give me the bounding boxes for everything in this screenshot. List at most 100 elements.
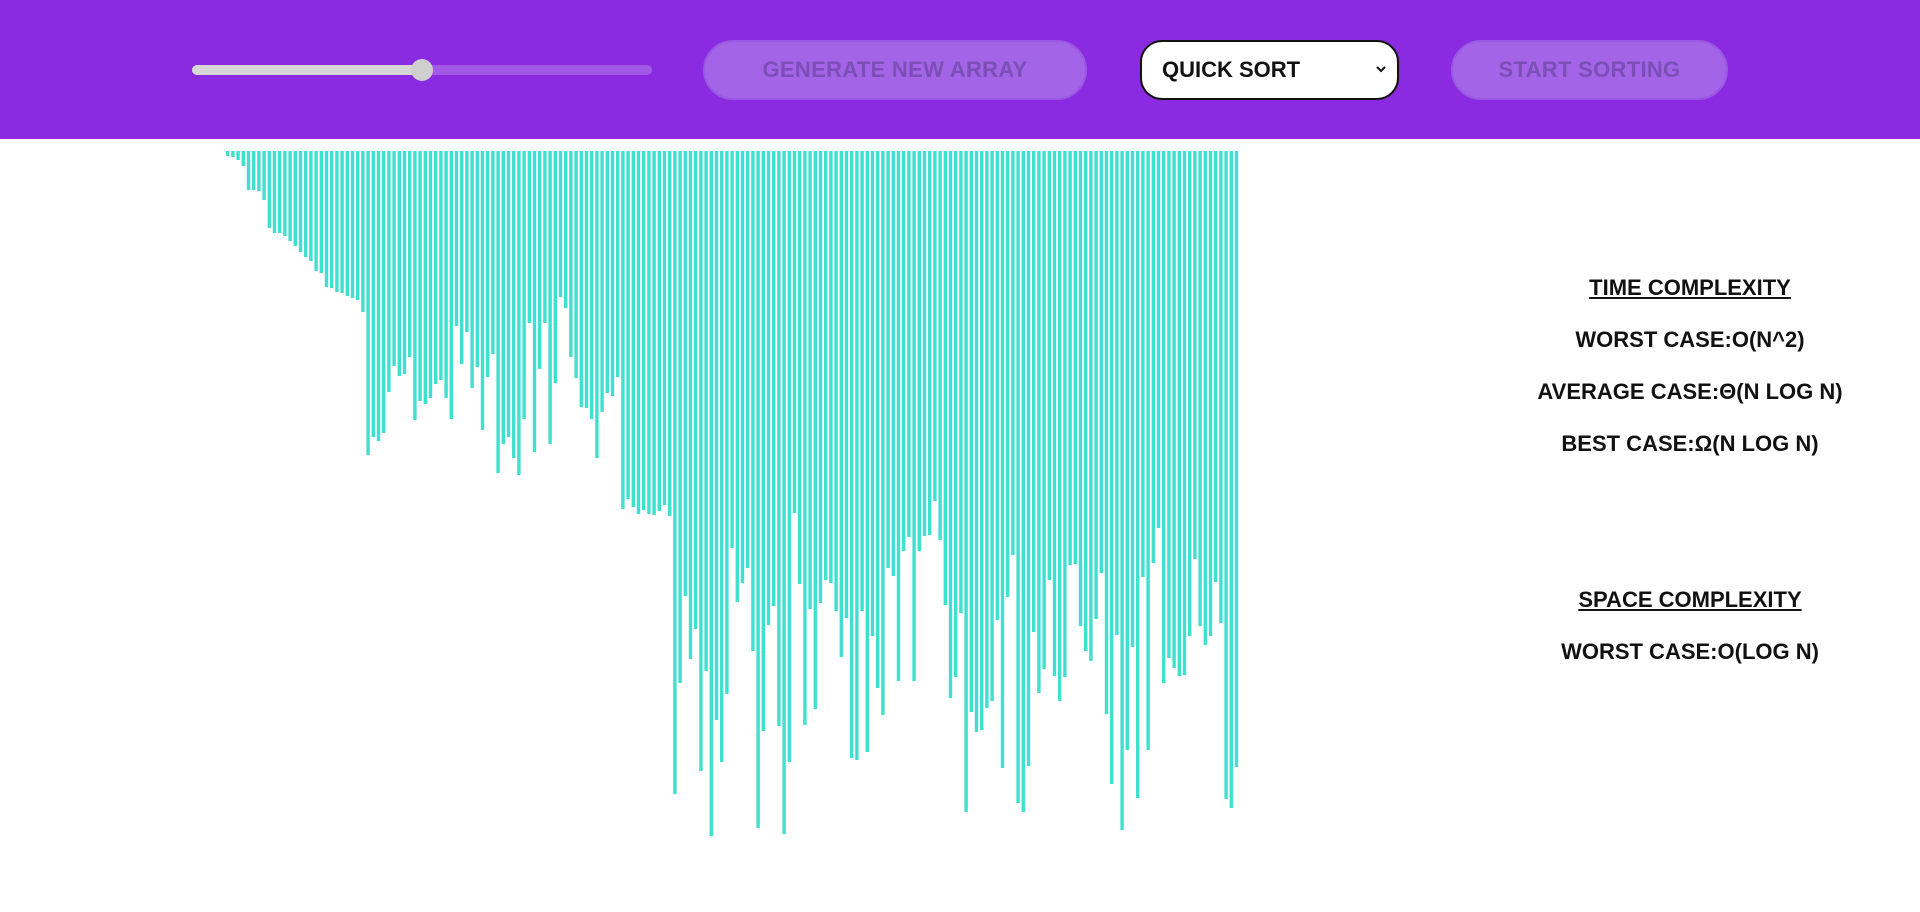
array-bar xyxy=(434,151,438,384)
array-bar xyxy=(1136,151,1140,798)
start-sorting-button[interactable]: START SORTING xyxy=(1451,40,1728,100)
array-bar xyxy=(964,151,968,812)
array-bar xyxy=(444,151,448,398)
array-bar xyxy=(1000,151,1005,768)
array-bar xyxy=(631,151,635,507)
array-bar xyxy=(938,151,942,540)
array-bar xyxy=(1151,151,1155,563)
array-bar xyxy=(512,151,516,458)
array-bar xyxy=(1141,151,1145,577)
array-bar xyxy=(501,151,505,444)
array-bar xyxy=(371,151,375,437)
algorithm-select-value: QUICK SORT xyxy=(1162,57,1301,82)
array-bar xyxy=(647,151,651,514)
array-bar xyxy=(522,151,526,419)
array-bar xyxy=(278,151,282,233)
array-bar xyxy=(283,151,287,236)
array-bar xyxy=(590,151,594,419)
array-size-slider[interactable] xyxy=(192,59,652,81)
array-bar xyxy=(1172,151,1176,668)
array-bar xyxy=(886,151,890,568)
array-bars-area xyxy=(0,139,1300,899)
array-bar xyxy=(397,151,401,376)
array-bar xyxy=(1063,151,1067,677)
array-bar xyxy=(1208,151,1213,636)
array-bar xyxy=(1094,151,1098,619)
array-bar xyxy=(376,151,381,441)
chevron-down-icon xyxy=(1376,66,1386,73)
top-toolbar: GENERATE NEW ARRAY QUICK SORT START SORT… xyxy=(0,0,1920,139)
array-bar xyxy=(496,151,500,473)
array-bars xyxy=(226,151,1239,836)
array-bar xyxy=(506,151,511,437)
array-bar xyxy=(330,151,334,288)
array-bar xyxy=(912,151,916,681)
array-bar xyxy=(538,151,542,369)
array-bar xyxy=(694,151,698,629)
array-bar xyxy=(824,151,828,580)
array-bar xyxy=(995,151,999,620)
array-bar xyxy=(808,151,812,609)
array-bar xyxy=(1214,151,1218,582)
array-bar xyxy=(1167,151,1171,658)
slider-fill xyxy=(192,65,422,75)
array-bar xyxy=(257,151,261,191)
array-bar xyxy=(356,151,360,300)
array-bar xyxy=(876,151,880,688)
array-bar xyxy=(1073,151,1077,564)
array-bar xyxy=(569,151,573,357)
array-bar xyxy=(616,151,620,377)
array-bar xyxy=(366,151,370,455)
array-bar xyxy=(553,151,557,383)
array-bar xyxy=(382,151,386,433)
array-bar xyxy=(980,151,984,730)
array-bar xyxy=(1198,151,1202,626)
array-bar xyxy=(772,151,776,606)
array-bar xyxy=(730,151,734,548)
array-bar xyxy=(1130,151,1135,647)
array-bar xyxy=(517,151,521,475)
array-bar xyxy=(1120,151,1124,830)
array-bar xyxy=(933,151,937,501)
array-bar xyxy=(881,151,885,715)
array-bar xyxy=(267,151,271,228)
array-bar xyxy=(231,151,235,157)
array-bar xyxy=(1234,151,1239,767)
array-bar xyxy=(818,151,823,603)
array-bar xyxy=(1224,151,1228,799)
array-bar xyxy=(850,151,854,758)
slider-thumb[interactable] xyxy=(411,59,433,81)
array-bar xyxy=(226,151,230,156)
array-bar xyxy=(673,151,677,794)
array-bar xyxy=(486,151,490,377)
array-bar xyxy=(959,151,963,613)
array-bar xyxy=(907,151,911,537)
array-bar xyxy=(740,151,745,583)
array-bar xyxy=(969,151,973,712)
array-bar xyxy=(387,151,391,392)
array-bar xyxy=(465,151,469,332)
array-bar xyxy=(709,151,713,836)
time-best-case: BEST CASE:Ω(N LOG N) xyxy=(1561,431,1819,456)
array-bar xyxy=(766,151,771,625)
generate-new-array-button[interactable]: GENERATE NEW ARRAY xyxy=(703,40,1087,100)
space-complexity-title: SPACE COMPLEXITY xyxy=(1578,587,1802,612)
array-bar xyxy=(1229,151,1233,808)
array-bar xyxy=(1021,151,1025,812)
array-bar xyxy=(652,151,656,515)
array-bar xyxy=(1203,151,1207,645)
array-bar xyxy=(449,151,453,419)
array-bar xyxy=(1006,151,1010,597)
array-bar xyxy=(361,151,365,312)
array-bar xyxy=(1193,151,1197,559)
array-bar xyxy=(1047,151,1051,580)
array-bar xyxy=(293,151,297,246)
array-bar xyxy=(683,151,687,596)
array-bar xyxy=(527,151,531,323)
array-bar xyxy=(621,151,625,509)
algorithm-select[interactable]: QUICK SORT xyxy=(1140,40,1399,100)
array-bar xyxy=(252,151,256,190)
array-bar xyxy=(298,151,303,252)
array-bar xyxy=(1125,151,1129,750)
array-bar xyxy=(943,151,947,605)
